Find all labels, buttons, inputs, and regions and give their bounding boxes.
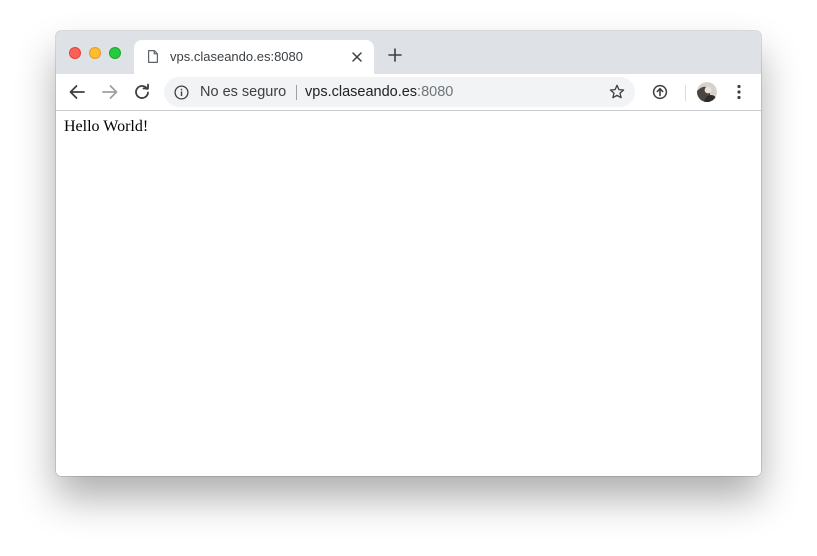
- address-bar[interactable]: No es seguro vps.claseando.es:8080: [164, 77, 635, 107]
- page-body-text: Hello World!: [64, 118, 149, 135]
- url-host: vps.claseando.es: [305, 84, 418, 100]
- star-icon[interactable]: [609, 84, 625, 100]
- url-port: :8080: [417, 84, 454, 100]
- security-status-label[interactable]: No es seguro: [200, 84, 286, 100]
- toolbar: No es seguro vps.claseando.es:8080: [56, 74, 761, 111]
- arrow-left-icon[interactable]: [68, 83, 86, 101]
- more-vertical-icon[interactable]: [735, 84, 743, 100]
- info-icon[interactable]: [174, 85, 189, 100]
- arrow-right-icon[interactable]: [101, 83, 119, 101]
- arrow-up-circle-icon[interactable]: [652, 84, 668, 100]
- new-tab-button[interactable]: [388, 48, 402, 62]
- tab-title: vps.claseando.es:8080: [170, 49, 303, 64]
- browser-tab[interactable]: vps.claseando.es:8080: [134, 40, 374, 74]
- window-maximize-button[interactable]: [109, 47, 121, 59]
- window-minimize-button[interactable]: [89, 47, 101, 59]
- title-bar: vps.claseando.es:8080: [56, 31, 761, 74]
- page-icon: [148, 50, 158, 63]
- omnibox-divider: [296, 85, 297, 100]
- toolbar-divider: [685, 85, 686, 101]
- page-content: Hello World!: [56, 111, 761, 476]
- profile-avatar[interactable]: [697, 82, 717, 102]
- window-close-button[interactable]: [69, 47, 81, 59]
- reload-icon[interactable]: [133, 83, 151, 101]
- browser-window: vps.claseando.es:8080 No es seguro vps.c…: [56, 31, 761, 476]
- url-text[interactable]: vps.claseando.es:8080: [305, 84, 453, 100]
- close-icon[interactable]: [351, 51, 363, 63]
